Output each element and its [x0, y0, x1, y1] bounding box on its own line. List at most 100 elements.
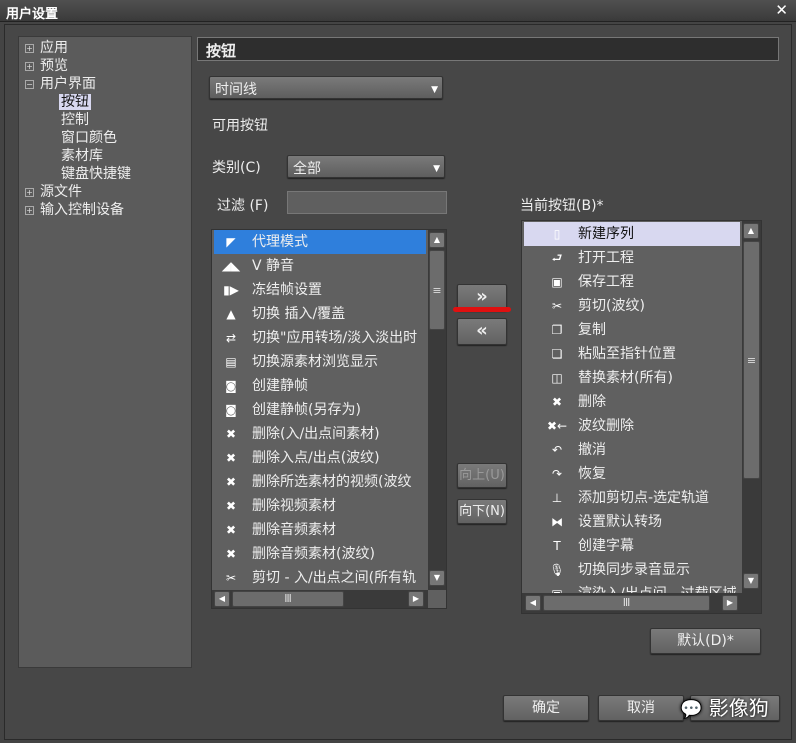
list-item[interactable]: ✖ 删除(入/出点间素材) — [214, 422, 426, 446]
list-item[interactable]: ✖ 删除 — [524, 390, 740, 414]
list-item[interactable]: 🎙 切换同步录音显示 — [524, 558, 740, 582]
h-scroll-thumb[interactable]: Ⅲ — [543, 595, 710, 611]
scroll-down-button[interactable]: ▼ — [429, 570, 445, 586]
available-buttons-label: 可用按钮 — [212, 118, 268, 134]
list-item[interactable]: ✂ 剪切(波纹) — [524, 294, 740, 318]
scroll-thumb[interactable]: ≡ — [743, 241, 760, 479]
expander-icon[interactable]: + — [25, 187, 34, 197]
delete-inout-icon: ✖ — [225, 427, 237, 441]
list-item-label: 删除视频素材 — [252, 498, 336, 514]
tree-item[interactable]: + 应用 — [25, 39, 68, 57]
tree-item[interactable]: − 用户界面 — [25, 75, 96, 93]
tree-child-item[interactable]: 按钮 — [59, 93, 91, 111]
list-item[interactable]: ▮▶ 冻结帧设置 — [214, 278, 426, 302]
list-item-label: 切换源素材浏览显示 — [252, 354, 378, 370]
list-item-label: 剪切 - 入/出点之间(所有轨 — [252, 570, 417, 586]
scroll-up-button[interactable]: ▲ — [743, 223, 759, 239]
list-item-label: 删除入点/出点(波纹) — [252, 450, 380, 466]
list-item[interactable]: ✖ 删除视频素材 — [214, 494, 426, 518]
tree-item-label: 输入控制设备 — [40, 202, 124, 218]
scroll-left-button[interactable]: ◀ — [525, 595, 541, 611]
list-item[interactable]: T 创建字幕 — [524, 534, 740, 558]
list-item[interactable]: ◙ 创建静帧(另存为) — [214, 398, 426, 422]
expander-icon[interactable]: − — [25, 79, 34, 89]
list-item[interactable]: ▯ 新建序列 — [524, 222, 740, 246]
close-icon[interactable]: ✕ — [775, 1, 788, 19]
cancel-button[interactable]: 取消 — [598, 695, 684, 721]
list-item[interactable]: ▲ 切换 插入/覆盖 — [214, 302, 426, 326]
list-item[interactable]: ↶ 撤消 — [524, 438, 740, 462]
list-item[interactable]: ◤ 代理模式 — [214, 230, 426, 254]
list-item[interactable]: ❐ 复制 — [524, 318, 740, 342]
scroll-thumb[interactable]: ≡ — [429, 250, 445, 330]
list-item[interactable]: ◢◣ V 静音 — [214, 254, 426, 278]
mute-icon: ◢◣ — [221, 259, 241, 273]
tree-item[interactable]: + 预览 — [25, 57, 68, 75]
category-select[interactable]: 全部 ▼ — [287, 155, 445, 178]
list-item[interactable]: ✖ 删除音频素材 — [214, 518, 426, 542]
tree-child-item[interactable]: 窗口颜色 — [59, 129, 119, 147]
list-item[interactable]: ◙ 创建静帧 — [214, 374, 426, 398]
list-item[interactable]: ✖ 删除入点/出点(波纹) — [214, 446, 426, 470]
tree-item[interactable]: + 源文件 — [25, 183, 82, 201]
replace-icon: ◫ — [551, 371, 563, 385]
ok-button[interactable]: 确定 — [503, 695, 589, 721]
expander-icon[interactable]: + — [25, 43, 34, 53]
list-item[interactable]: ⮐ 打开工程 — [524, 246, 740, 270]
camera-icon: ◙ — [225, 379, 237, 393]
list-item[interactable]: ❏ 粘贴至指针位置 — [524, 342, 740, 366]
list-item[interactable]: ◫ 替换素材(所有) — [524, 366, 740, 390]
tree-child-item[interactable]: 控制 — [59, 111, 91, 129]
filter-input[interactable] — [287, 191, 447, 214]
list-item[interactable]: ⊥ 添加剪切点-选定轨道 — [524, 486, 740, 510]
list-item-label: 波纹删除 — [578, 418, 634, 434]
section-header: 按钮 — [197, 37, 779, 61]
remove-button[interactable]: « — [457, 318, 507, 345]
cut-icon: ✂ — [225, 571, 237, 585]
list-item[interactable]: ✖← 波纹删除 — [524, 414, 740, 438]
tree-item-label: 键盘快捷键 — [61, 166, 131, 182]
scroll-left-button[interactable]: ◀ — [214, 591, 230, 607]
expander-icon[interactable]: + — [25, 205, 34, 215]
move-up-button[interactable]: 向上(U) — [457, 463, 507, 488]
open-project-icon: ⮐ — [551, 251, 563, 265]
list-item[interactable]: ▤ 切换源素材浏览显示 — [214, 350, 426, 374]
available-buttons-list[interactable]: ✂ 剪切 - 入/出点之间(所有轨 ✖ 删除音频素材(波纹) ✖ 删除音频素材 ✖ 删除视频素… — [211, 229, 447, 609]
list-item-label: 剪切(波纹) — [578, 298, 645, 314]
tree-child-item[interactable]: 键盘快捷键 — [59, 165, 133, 183]
wechat-icon: 💬 — [680, 699, 703, 720]
scroll-down-button[interactable]: ▼ — [743, 573, 759, 589]
h-scroll-thumb[interactable]: Ⅲ — [232, 591, 344, 607]
list-item-label: 切换同步录音显示 — [578, 562, 690, 578]
list-item[interactable]: ⧓ 设置默认转场 — [524, 510, 740, 534]
list-item[interactable]: ✖ 删除所选素材的视频(波纹 — [214, 470, 426, 494]
ripple-delete-icon: ✖← — [546, 419, 568, 433]
tree-item[interactable]: + 输入控制设备 — [25, 201, 124, 219]
list-item[interactable]: ⇄ 切换"应用转场/淡入淡出时 — [214, 326, 426, 350]
scroll-up-button[interactable]: ▲ — [429, 232, 445, 248]
save-icon: ▣ — [551, 275, 563, 289]
scroll-right-button[interactable]: ▶ — [408, 591, 424, 607]
delete-ripple-icon: ✖ — [225, 451, 237, 465]
list-item-label: 设置默认转场 — [578, 514, 662, 530]
list-item[interactable]: ▣ 保存工程 — [524, 270, 740, 294]
list-item-label: 替换素材(所有) — [578, 370, 673, 386]
list-item[interactable]: ↷ 恢复 — [524, 462, 740, 486]
context-select-value: 时间线 — [215, 82, 257, 98]
context-select[interactable]: 时间线 ▼ — [209, 76, 443, 99]
default-button[interactable]: 默认(D)* — [650, 628, 761, 654]
list-item[interactable]: ✖ 删除音频素材(波纹) — [214, 542, 426, 566]
expander-icon[interactable]: + — [25, 61, 34, 71]
list-item-label: 创建静帧(另存为) — [252, 402, 361, 418]
current-buttons-list[interactable]: ▣渲染入/出点间 - 过载区域🎙切换同步录音显示T创建字幕⧓设置默认转场⊥添加剪… — [521, 220, 762, 614]
list-item[interactable]: ✂ 剪切 - 入/出点之间(所有轨 — [214, 566, 426, 590]
list-item-label: 打开工程 — [578, 250, 634, 266]
watermark: 💬 影像狗 — [680, 692, 769, 721]
tree-child-item[interactable]: 素材库 — [59, 147, 105, 165]
scroll-right-button[interactable]: ▶ — [722, 595, 738, 611]
transition-fade-icon: ⇄ — [225, 331, 237, 345]
move-down-button[interactable]: 向下(N) — [457, 499, 507, 524]
list-item-label: 删除音频素材 — [252, 522, 336, 538]
list-item-label: 代理模式 — [252, 234, 308, 250]
filter-label: 过滤 (F) — [217, 198, 269, 214]
